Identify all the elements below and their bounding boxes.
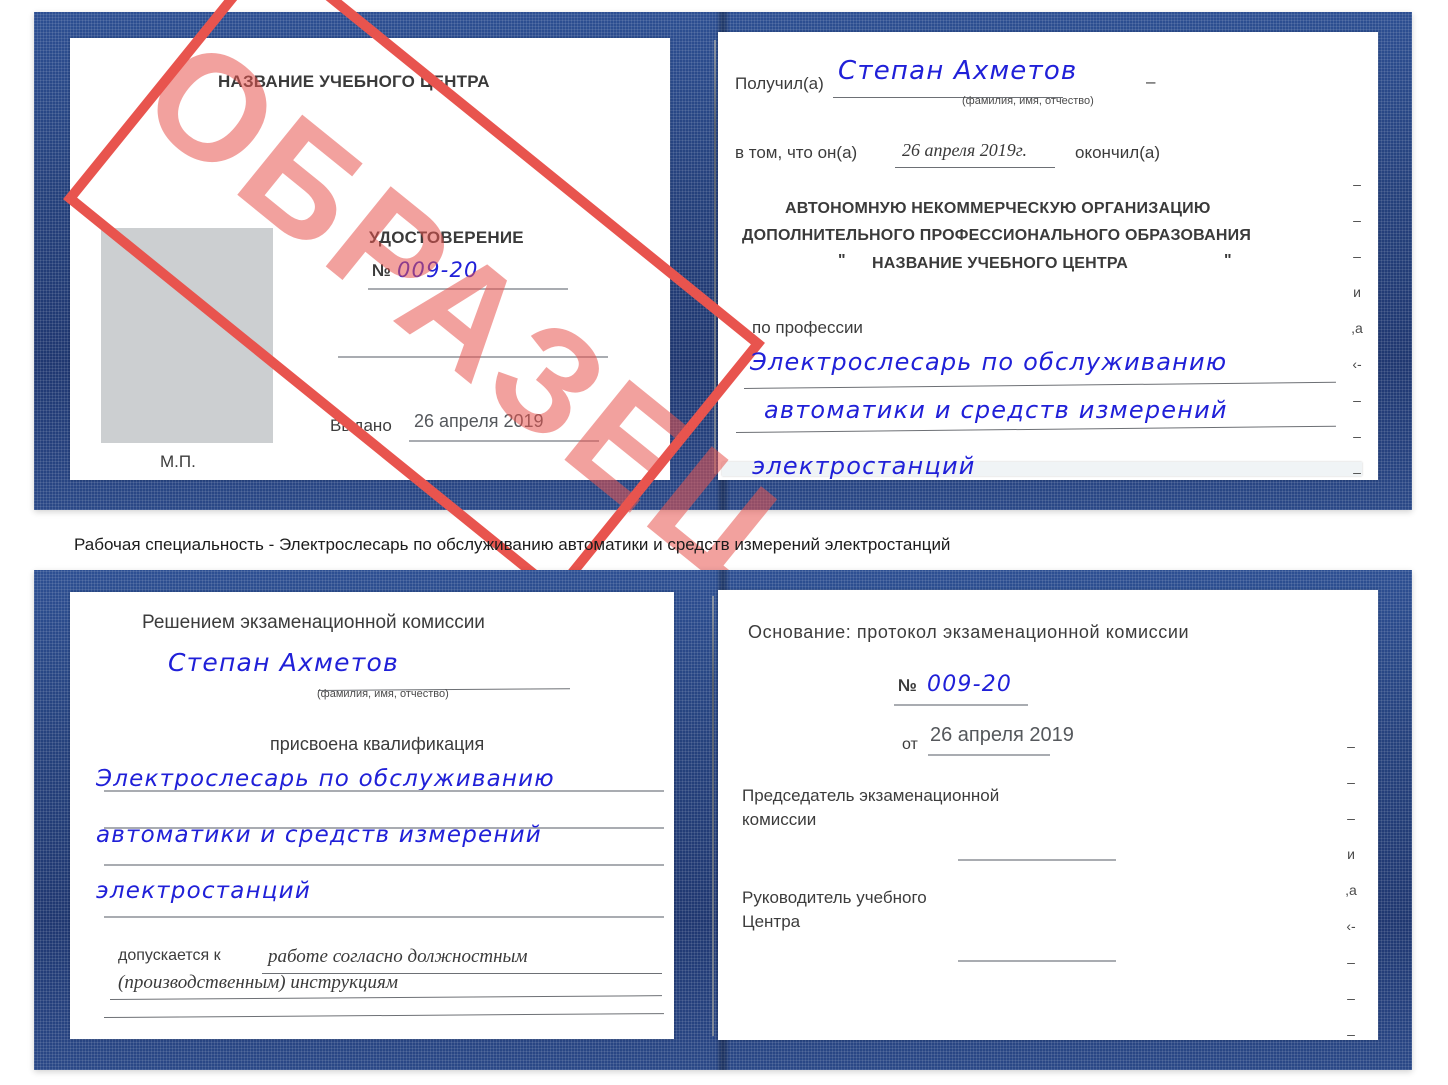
qualification-rule-4	[104, 916, 664, 918]
admitted-value-line-2: (производственным) инструкциям	[118, 972, 398, 993]
margin-glyphs-cert2: – – – и ,а ‹- – – –	[1340, 728, 1362, 1052]
head-signature-rule	[958, 960, 1116, 962]
profession-line-2: автоматики и средств измерений	[764, 396, 1228, 424]
certificate-2-spine	[712, 596, 714, 1036]
blank-rule-left-1	[338, 356, 608, 358]
margin-glyph: –	[1353, 212, 1361, 228]
protocol-number-value: 009-20	[927, 672, 1013, 697]
qualification-line-2: автоматики и средств измерений	[96, 822, 542, 848]
protocol-number-label: №	[898, 676, 917, 695]
margin-glyph: –	[1353, 176, 1361, 192]
image-caption: Рабочая специальность - Электрослесарь п…	[74, 535, 951, 554]
org-line-3: НАЗВАНИЕ УЧЕБНОГО ЦЕНТРА	[872, 255, 1129, 272]
qualification-label: присвоена квалификация	[270, 734, 485, 754]
margin-glyph: –	[1347, 738, 1355, 754]
commission-name-value: Степан Ахметов	[168, 648, 399, 677]
protocol-date-label: от	[902, 736, 918, 753]
fio-hint-1: (фамилия, имя, отчество)	[962, 95, 1094, 107]
margin-glyph: –	[1347, 990, 1355, 1006]
margin-glyph: ‹-	[1346, 918, 1356, 934]
margin-glyph: и	[1353, 284, 1361, 300]
margin-glyphs-cert1: – – – и ,а ‹- – – –	[1346, 166, 1368, 490]
profession-line-1: Электрослесарь по обслуживанию	[750, 348, 1228, 376]
protocol-number-rule	[894, 704, 1028, 706]
margin-glyph: ,а	[1345, 882, 1357, 898]
profession-label: по профессии	[752, 318, 863, 337]
admitted-value-line-1: работе согласно должностным	[268, 946, 528, 967]
chairman-signature-rule	[958, 859, 1116, 861]
margin-glyph: –	[1353, 464, 1361, 480]
certificate-2-right-page	[718, 590, 1378, 1040]
margin-glyph: и	[1347, 846, 1355, 862]
seal-label: М.П.	[160, 452, 196, 471]
margin-glyph: –	[1347, 810, 1355, 826]
certificate-number-label: №	[372, 261, 391, 280]
qualification-rule-3	[104, 864, 664, 866]
completion-date-rule	[895, 167, 1055, 168]
doc-title: УДОСТОВЕРЕНИЕ	[369, 228, 524, 247]
margin-glyph: ,а	[1351, 320, 1363, 336]
received-label: Получил(а)	[735, 74, 824, 93]
org-line-2: ДОПОЛНИТЕЛЬНОГО ПРОФЕССИОНАЛЬНОГО ОБРАЗО…	[742, 227, 1252, 244]
chairman-line-2: комиссии	[742, 810, 817, 829]
margin-glyph: –	[1353, 428, 1361, 444]
completion-date: 26 апреля 2019г.	[902, 140, 1028, 160]
protocol-date-value: 26 апреля 2019	[930, 724, 1074, 746]
protocol-date-rule	[928, 754, 1050, 756]
margin-glyph: –	[1347, 954, 1355, 970]
certificate-number-value: 009-20	[397, 258, 479, 282]
that-he-label: в том, что он(а)	[735, 143, 858, 162]
org-quote-close: "	[1224, 252, 1232, 269]
basis-label: Основание: протокол экзаменационной коми…	[748, 622, 1190, 642]
received-dash-marker: –	[1146, 72, 1156, 91]
head-line-1: Руководитель учебного	[742, 888, 927, 907]
org-quote-open: "	[838, 252, 846, 269]
issued-value: 26 апреля 2019	[414, 411, 544, 431]
commission-label: Решением экзаменационной комиссии	[142, 612, 485, 633]
margin-glyph: –	[1347, 774, 1355, 790]
org-title-left: НАЗВАНИЕ УЧЕБНОГО ЦЕНТРА	[218, 72, 490, 91]
finished-label: окончил(а)	[1075, 143, 1160, 162]
fio-hint-2: (фамилия, имя, отчество)	[317, 688, 449, 700]
issued-label: Выдано	[330, 416, 392, 435]
photo-placeholder	[101, 228, 273, 443]
profession-line-3: электростанций	[752, 452, 976, 480]
head-line-2: Центра	[742, 912, 801, 931]
certificate-number-rule	[368, 288, 568, 290]
margin-glyph: –	[1347, 1026, 1355, 1042]
admitted-label: допускается к	[118, 947, 221, 964]
margin-glyph: ‹-	[1352, 356, 1362, 372]
org-line-1: АВТОНОМНУЮ НЕКОММЕРЧЕСКУЮ ОРГАНИЗАЦИЮ	[785, 200, 1211, 217]
received-value: Степан Ахметов	[838, 56, 1078, 86]
qualification-rule-1	[104, 790, 664, 792]
certificate-1-spine	[714, 40, 716, 474]
issued-rule	[409, 440, 599, 442]
qualification-line-3: электростанций	[96, 878, 311, 904]
margin-glyph: –	[1353, 392, 1361, 408]
chairman-line-1: Председатель экзаменационной	[742, 786, 1000, 805]
margin-glyph: –	[1353, 248, 1361, 264]
qualification-line-1: Электрослесарь по обслуживанию	[96, 766, 555, 792]
